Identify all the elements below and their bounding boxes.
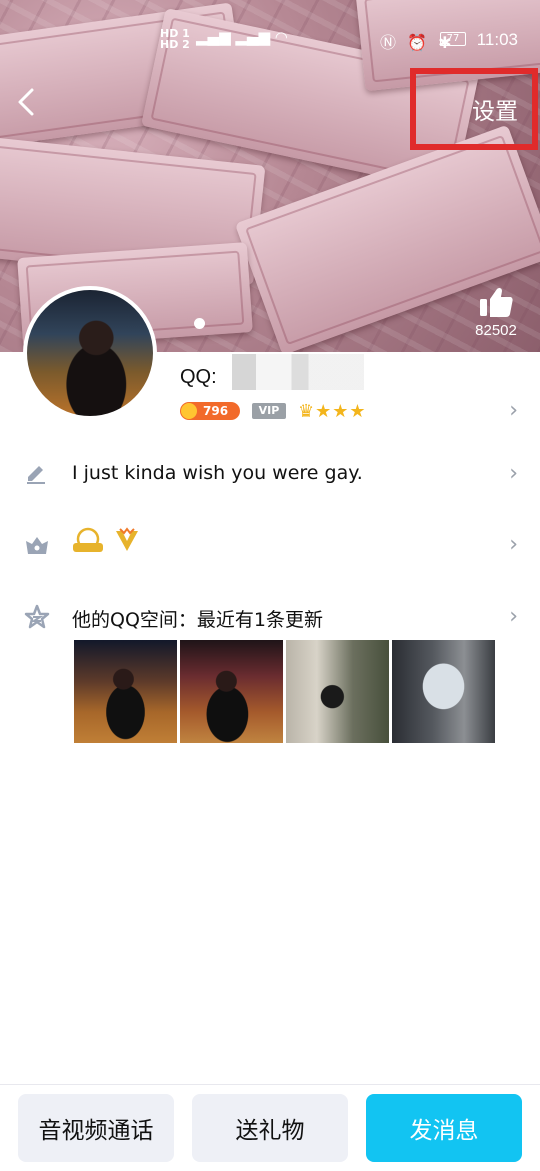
chevron-right-icon[interactable]: › xyxy=(509,461,518,486)
star-rating: ♛★★★ xyxy=(298,401,367,422)
level-badge: 796 xyxy=(180,402,240,420)
qzone-photo[interactable] xyxy=(180,640,283,743)
qzone-photo[interactable] xyxy=(74,640,177,743)
crown-icon: ♛ xyxy=(298,400,316,422)
qzone-photo[interactable] xyxy=(392,640,495,743)
chevron-left-icon[interactable] xyxy=(14,86,38,118)
bottom-action-bar: 音视频通话 送礼物 发消息 xyxy=(0,1084,540,1171)
chevron-right-icon[interactable]: › xyxy=(509,532,518,557)
settings-button[interactable]: 设置 xyxy=(410,68,538,150)
svip-icon xyxy=(73,527,103,552)
battery-icon: 77 xyxy=(440,32,466,46)
privilege-icons[interactable] xyxy=(72,527,140,555)
pencil-icon xyxy=(27,466,45,484)
chevron-right-icon[interactable]: › xyxy=(509,604,518,629)
signal-label-bottom: HD 2 xyxy=(160,38,190,51)
clock: 11:03 xyxy=(476,30,518,49)
gift-box-icon xyxy=(26,537,48,554)
like-button[interactable]: 82502 xyxy=(466,286,526,339)
qzone-photo-strip[interactable] xyxy=(74,640,495,743)
qq-number-label: QQ: xyxy=(180,366,217,388)
status-bar: HD 1 HD 2 ▂▄▆ ▂▄▆ ◠ Ⓝ ⏰ ✱ 77 11:03 xyxy=(0,28,540,52)
avatar[interactable] xyxy=(23,286,157,420)
coin-icon xyxy=(181,403,197,419)
settings-label: 设置 xyxy=(472,99,518,125)
chevron-right-icon[interactable]: › xyxy=(509,398,518,423)
signature-text[interactable]: I just kinda wish you were gay. xyxy=(72,462,363,484)
cellular-signal-icon: ▂▄▆ ▂▄▆ ◠ xyxy=(196,28,288,46)
thumbs-up-icon xyxy=(480,287,513,317)
cover-page-indicator xyxy=(194,318,205,329)
star-icons: ★★★ xyxy=(315,400,367,422)
qq-number-redacted xyxy=(232,354,364,390)
send-message-button[interactable]: 发消息 xyxy=(366,1094,522,1162)
vip-badge: VIP xyxy=(252,403,286,419)
like-count: 82502 xyxy=(475,322,517,339)
send-gift-button[interactable]: 送礼物 xyxy=(192,1094,348,1162)
video-vip-icon xyxy=(116,527,138,551)
battery-level: 77 xyxy=(446,33,460,44)
video-call-button[interactable]: 音视频通话 xyxy=(18,1094,174,1162)
qzone-update-text[interactable]: 他的QQ空间：最近有1条更新 xyxy=(72,605,323,632)
star-icon xyxy=(24,604,50,629)
qzone-photo[interactable] xyxy=(286,640,389,743)
signal-indicator: HD 1 HD 2 xyxy=(160,28,190,50)
level-badge-value: 796 xyxy=(203,404,229,418)
profile-badges[interactable]: 796 VIP ♛★★★ xyxy=(180,401,367,422)
